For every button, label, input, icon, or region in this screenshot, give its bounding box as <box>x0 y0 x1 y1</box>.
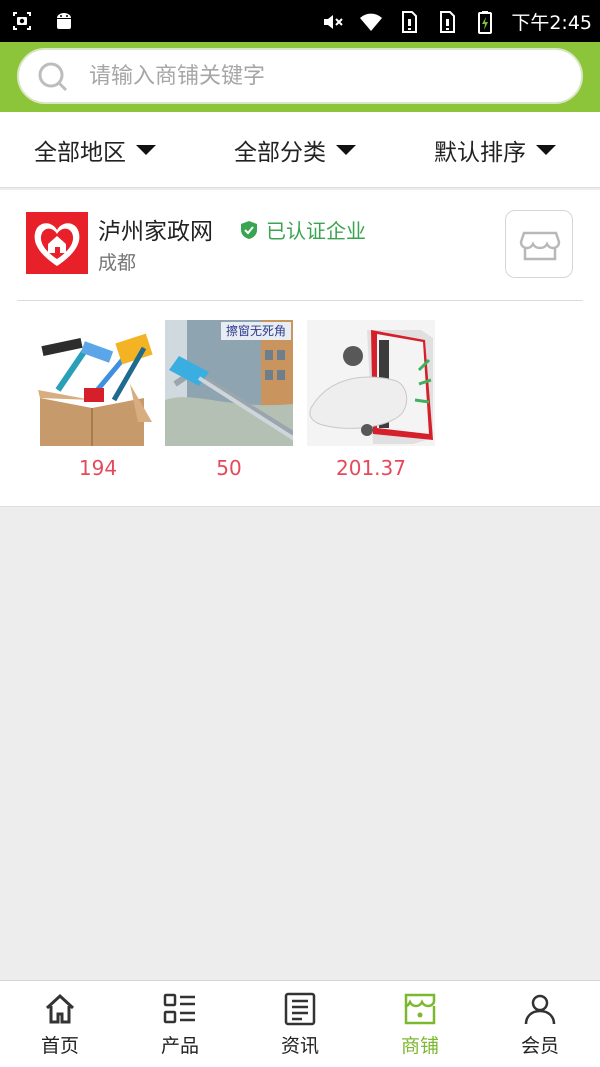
status-time: 下午2:45 <box>511 12 592 34</box>
filter-bar: 全部地区 全部分类 默认排序 <box>0 112 600 188</box>
tab-news[interactable]: 资讯 <box>240 981 360 1067</box>
status-bar: 下午2:45 <box>0 0 600 42</box>
tab-label: 商铺 <box>400 1035 439 1057</box>
search-bar[interactable] <box>17 48 583 104</box>
sim2-icon <box>440 10 456 33</box>
product-image <box>34 320 162 446</box>
filter-sort-label: 默认排序 <box>434 140 526 166</box>
filter-category[interactable]: 全部分类 <box>234 112 356 188</box>
shield-check-icon <box>241 220 257 239</box>
mute-icon <box>324 14 344 29</box>
divider <box>17 300 583 301</box>
verified-label: 已认证企业 <box>266 219 366 243</box>
screenshot-icon <box>13 12 31 30</box>
home-icon <box>45 993 75 1024</box>
product-item[interactable]: 201.37 <box>307 320 435 480</box>
android-icon <box>57 13 71 29</box>
tab-label: 首页 <box>40 1035 79 1057</box>
product-price: 201.37 <box>336 456 406 480</box>
caret-down-icon <box>136 145 156 155</box>
battery-icon <box>478 10 493 34</box>
filter-region[interactable]: 全部地区 <box>34 112 156 188</box>
tab-products[interactable]: 产品 <box>120 981 240 1067</box>
product-item[interactable]: 擦窗无死角 50 <box>165 320 293 480</box>
filter-region-label: 全部地区 <box>34 140 126 166</box>
verified-badge: 已认证企业 <box>240 215 366 244</box>
filter-sort[interactable]: 默认排序 <box>434 112 556 188</box>
user-icon <box>524 994 556 1025</box>
shop-logo <box>26 212 88 274</box>
shop-city: 成都 <box>98 252 137 274</box>
enter-store-button[interactable] <box>505 210 573 278</box>
wifi-icon <box>360 13 383 31</box>
product-overlay-text: 擦窗无死角 <box>226 324 286 338</box>
search-header <box>0 42 600 112</box>
tab-shops[interactable]: 商铺 <box>360 981 480 1067</box>
shop-name[interactable]: 泸州家政网 <box>98 212 213 246</box>
product-image <box>307 320 435 446</box>
product-item[interactable]: 194 <box>34 320 162 480</box>
caret-down-icon <box>336 145 356 155</box>
tab-label: 产品 <box>160 1035 199 1057</box>
search-input[interactable] <box>89 50 569 102</box>
caret-down-icon <box>536 145 556 155</box>
shop-card[interactable]: 泸州家政网 已认证企业 成都 194 擦窗无死角 50 201.37 <box>0 190 600 507</box>
product-price: 194 <box>78 456 118 480</box>
product-price: 50 <box>216 456 242 480</box>
sim1-icon <box>402 10 418 33</box>
news-icon <box>284 992 316 1026</box>
tab-label: 资讯 <box>280 1035 319 1057</box>
store-icon <box>404 993 436 1025</box>
product-image: 擦窗无死角 <box>165 320 293 446</box>
search-icon <box>38 62 68 92</box>
list-icon <box>163 993 195 1024</box>
bottom-tab-bar: 首页 产品 资讯 商铺 会员 <box>0 980 600 1067</box>
store-icon <box>519 231 561 261</box>
tab-label: 会员 <box>520 1035 559 1057</box>
tab-home[interactable]: 首页 <box>0 981 120 1067</box>
filter-category-label: 全部分类 <box>234 140 326 166</box>
tab-member[interactable]: 会员 <box>480 981 600 1067</box>
